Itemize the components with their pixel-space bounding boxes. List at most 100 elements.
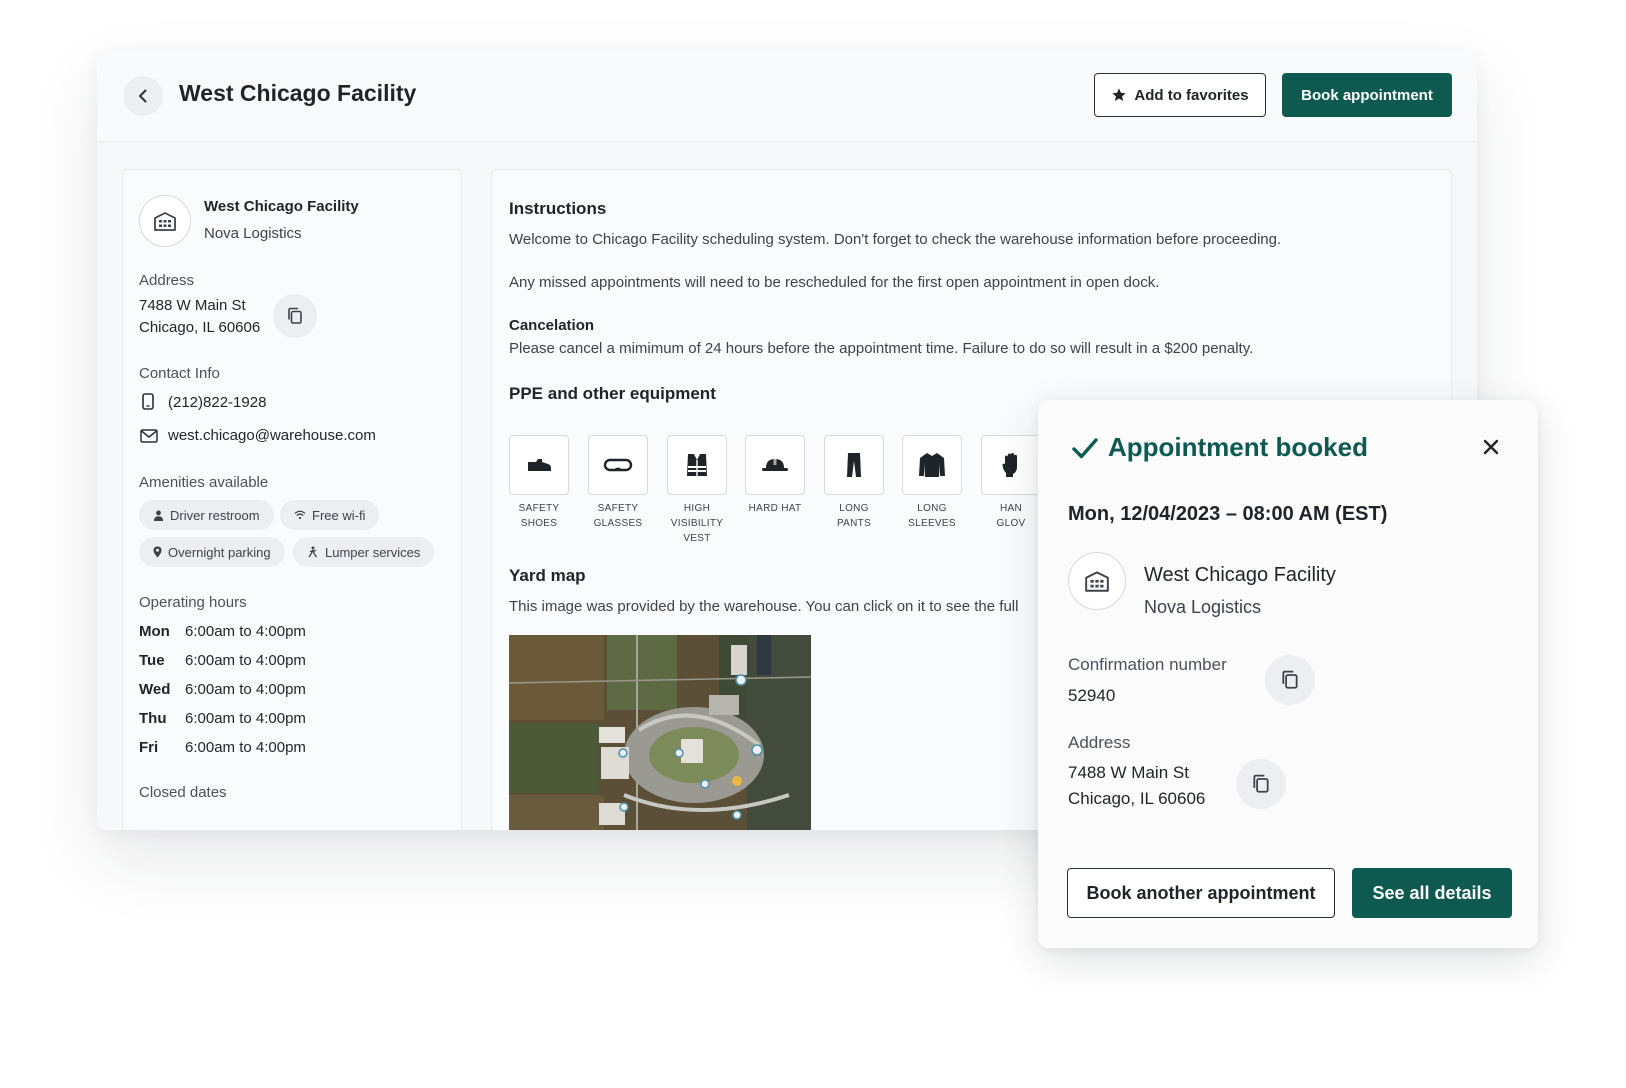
wifi-icon [294, 510, 306, 520]
facility-avatar [1068, 552, 1126, 610]
ppe-hand-gloves: HAN GLOV [981, 435, 1041, 531]
amenity-label: Free wi-fi [312, 507, 366, 523]
ppe-safety-glasses: SAFETY GLASSES [588, 435, 648, 531]
ppe-label: LONG PANTS [836, 503, 872, 529]
appointment-datetime: Mon, 12/04/2023 – 08:00 AM (EST) [1068, 503, 1388, 525]
address-line1: 7488 W Main St [139, 297, 246, 314]
yard-map-image[interactable] [509, 635, 811, 830]
page-header: West Chicago Facility Add to favorites B… [97, 50, 1477, 142]
book-another-appointment-button[interactable]: Book another appointment [1067, 868, 1335, 918]
hours-time-mon: 6:00am to 4:00pm [185, 623, 306, 640]
add-to-favorites-button[interactable]: Add to favorites [1094, 73, 1266, 117]
amenities-label: Amenities available [139, 474, 269, 491]
ppe-label: HIGH VISIBILITY VEST [670, 503, 724, 544]
ppe-long-pants: LONG PANTS [824, 435, 884, 531]
modal-facility-name: West Chicago Facility [1144, 564, 1336, 586]
cancelation-title: Cancelation [509, 317, 595, 334]
warehouse-icon [154, 212, 176, 231]
boot-icon [528, 459, 551, 471]
ppe-icon-box [824, 435, 884, 495]
star-icon [1112, 88, 1127, 101]
copy-icon [288, 307, 302, 324]
book-appointment-button[interactable]: Book appointment [1282, 73, 1452, 117]
ppe-label: SAFETY GLASSES [593, 503, 643, 529]
ppe-long-sleeves: LONG SLEEVES [902, 435, 962, 531]
phone-number: (212)822-1928 [168, 394, 267, 411]
ppe-icon-box [509, 435, 569, 495]
amenity-free-wifi: Free wi-fi [280, 500, 380, 530]
worker-icon [308, 546, 318, 558]
modal-title: Appointment booked [1072, 432, 1368, 463]
ppe-title: PPE and other equipment [509, 384, 716, 403]
facility-org: Nova Logistics [204, 225, 302, 242]
instructions-title: Instructions [509, 199, 607, 218]
hours-day-thu: Thu [139, 710, 167, 727]
cancelation-text: Please cancel a mimimum of 24 hours befo… [509, 340, 1254, 357]
close-button[interactable] [1478, 434, 1504, 460]
facility-avatar [139, 195, 191, 247]
copy-icon [1282, 670, 1298, 689]
confirmation-label: Confirmation number [1068, 655, 1227, 674]
address-label: Address [139, 272, 195, 289]
pants-icon [847, 453, 861, 477]
hours-day-mon: Mon [139, 623, 170, 640]
copy-address-button[interactable] [273, 294, 317, 338]
glove-icon [1002, 453, 1017, 477]
ppe-label: LONG SLEEVES [908, 503, 956, 529]
instructions-text-1: Welcome to Chicago Facility scheduling s… [509, 231, 1282, 248]
address-line2: Chicago, IL 60606 [139, 319, 261, 336]
person-icon [153, 510, 164, 521]
modal-address-label: Address [1068, 733, 1131, 752]
hours-time-wed: 6:00am to 4:00pm [185, 681, 306, 698]
mail-icon [140, 429, 158, 443]
copy-confirmation-button[interactable] [1265, 655, 1315, 705]
ppe-label: HARD HAT [748, 503, 802, 514]
phone-icon [142, 393, 154, 410]
ppe-high-visibility-vest: HIGH VISIBILITY VEST [667, 435, 727, 546]
modal-facility-org: Nova Logistics [1144, 597, 1262, 617]
hours-time-thu: 6:00am to 4:00pm [185, 710, 306, 727]
yard-map-title: Yard map [509, 566, 586, 585]
operating-hours-label: Operating hours [139, 594, 247, 611]
back-button[interactable] [123, 76, 163, 116]
ppe-icon-box [667, 435, 727, 495]
close-icon [1483, 439, 1499, 455]
location-pin-icon [153, 546, 162, 558]
yard-map-text: This image was provided by the warehouse… [509, 598, 1019, 615]
ppe-safety-shoes: SAFETY SHOES [509, 435, 569, 531]
add-to-favorites-label: Add to favorites [1134, 86, 1249, 104]
hours-time-fri: 6:00am to 4:00pm [185, 739, 306, 756]
page-title: West Chicago Facility [179, 80, 417, 106]
amenity-label: Lumper services [325, 544, 421, 560]
ppe-label: SAFETY SHOES [518, 503, 560, 529]
goggles-icon [603, 458, 633, 472]
ppe-icon-box [902, 435, 962, 495]
see-all-details-button[interactable]: See all details [1352, 868, 1512, 918]
hours-day-fri: Fri [139, 739, 159, 756]
amenity-label: Overnight parking [168, 544, 271, 560]
amenity-label: Driver restroom [170, 507, 260, 523]
ppe-icon-box [745, 435, 805, 495]
warehouse-icon [1085, 571, 1109, 592]
confirmation-number: 52940 [1068, 686, 1116, 705]
copy-address-button[interactable] [1236, 759, 1286, 809]
chevron-left-icon [139, 89, 147, 103]
ppe-icon-box [588, 435, 648, 495]
checkmark-icon [1072, 437, 1098, 458]
appointment-booked-modal: Appointment booked Mon, 12/04/2023 – 08:… [1038, 400, 1538, 948]
vest-icon [687, 454, 707, 476]
facility-info-panel: West Chicago Facility Nova Logistics Add… [122, 169, 462, 830]
ppe-icon-box [981, 435, 1041, 495]
facility-name: West Chicago Facility [204, 198, 359, 215]
closed-dates-label: Closed dates [139, 784, 227, 801]
instructions-text-2: Any missed appointments will need to be … [509, 274, 1160, 291]
email-link[interactable]: west.chicago@warehouse.com [168, 427, 376, 444]
modal-address-line2: Chicago, IL 60606 [1068, 789, 1206, 808]
shirt-icon [919, 453, 945, 477]
ppe-hard-hat: HARD HAT [745, 435, 805, 516]
hours-day-tue: Tue [139, 652, 165, 669]
amenity-lumper-services: Lumper services [293, 537, 435, 567]
hours-day-wed: Wed [139, 681, 171, 698]
hard-hat-icon [762, 459, 788, 471]
amenity-driver-restroom: Driver restroom [139, 500, 274, 530]
